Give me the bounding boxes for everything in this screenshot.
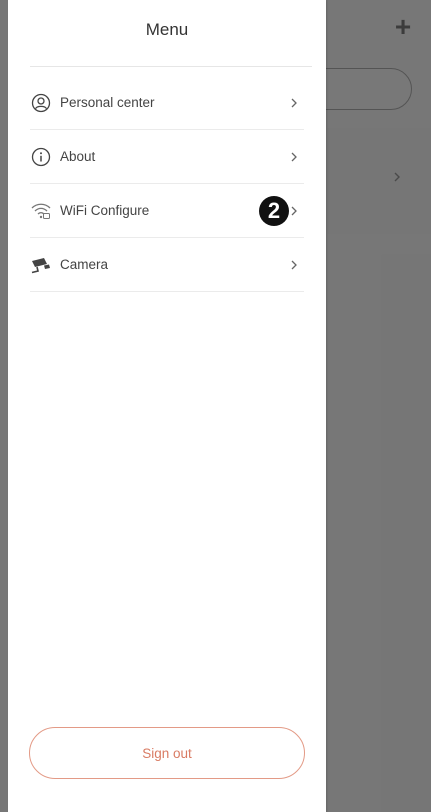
user-icon [30,92,52,114]
camera-icon [30,254,52,276]
menu-item-label: WiFi Configure [60,203,150,218]
step-number-badge: 2 [259,196,289,226]
wifi-icon [30,200,52,222]
menu-list: Personal center About WiFi Configure 2 C… [8,76,326,292]
chevron-right-icon [291,206,297,215]
menu-item-camera[interactable]: Camera [30,238,304,292]
menu-item-personal-center[interactable]: Personal center [30,76,304,130]
menu-item-wifi-configure[interactable]: WiFi Configure 2 [30,184,304,238]
menu-item-about[interactable]: About [30,130,304,184]
chevron-right-icon [291,152,297,161]
chevron-right-icon [291,98,297,107]
app-screen: + Menu Personal center [0,0,431,812]
header-divider [30,66,312,67]
side-drawer: Menu Personal center About WiFi Configur… [8,0,326,812]
drawer-title: Menu [145,20,189,39]
menu-item-label: Camera [60,257,109,272]
sign-out-button[interactable]: Sign out [29,727,305,779]
chevron-right-icon [291,260,297,269]
info-icon [30,146,52,168]
menu-item-label: About [60,149,96,164]
menu-item-label: Personal center [60,95,155,110]
